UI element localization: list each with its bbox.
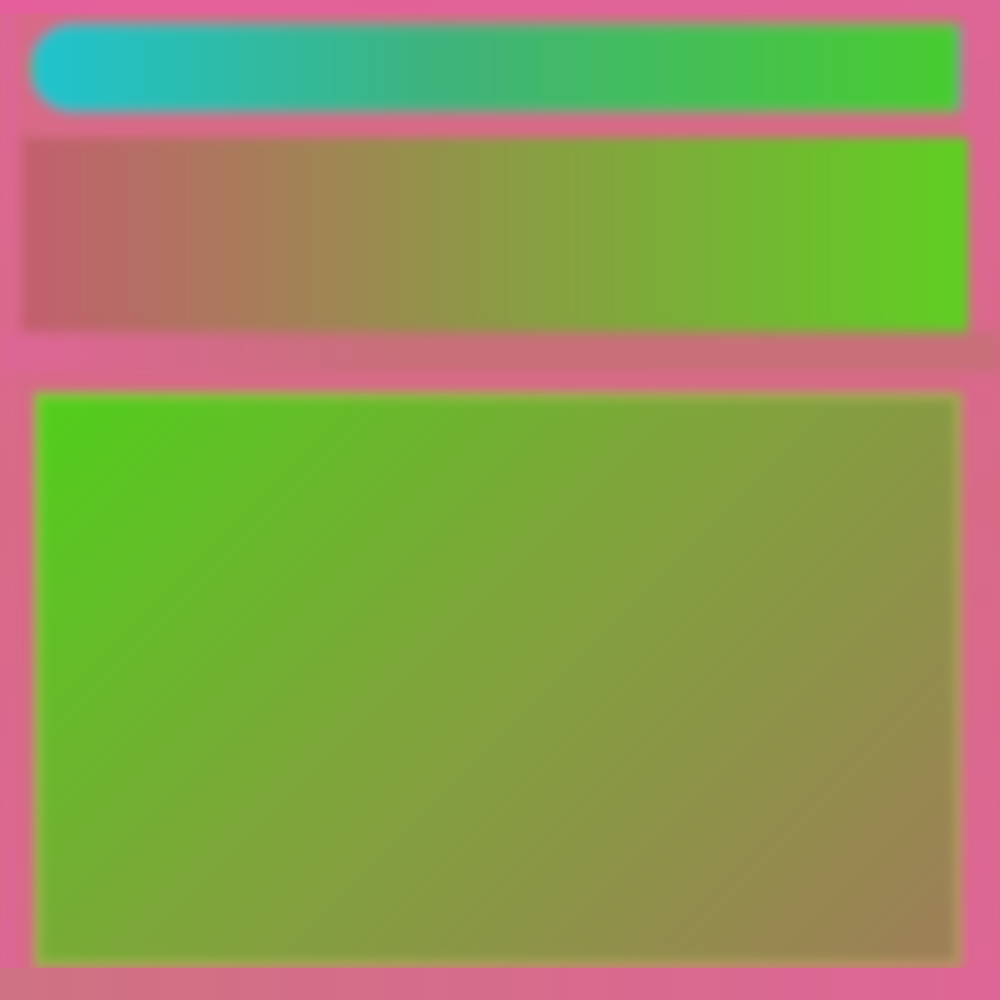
separator [0,332,1000,372]
top-strip [0,0,1000,14]
bottom-strip [0,968,1000,1000]
address-bar[interactable] [30,24,960,112]
screen [0,0,1000,1000]
header-panel [22,138,968,358]
left-edge [0,0,18,1000]
content-panel[interactable] [34,392,962,968]
